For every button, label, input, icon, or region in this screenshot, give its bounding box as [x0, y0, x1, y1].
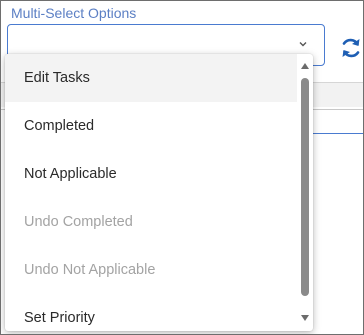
- option-set-priority[interactable]: Set Priority: [5, 294, 297, 331]
- scroll-down-arrow-icon[interactable]: [301, 315, 309, 321]
- field-label: Multi-Select Options: [11, 5, 137, 21]
- refresh-icon[interactable]: [339, 35, 363, 61]
- multi-select-panel: Multi-Select Options Edit Tasks Complete…: [0, 0, 364, 335]
- option-completed[interactable]: Completed: [5, 102, 297, 150]
- scrollbar-thumb[interactable]: [301, 78, 309, 296]
- scroll-up-arrow-icon[interactable]: [301, 63, 309, 69]
- option-undo-not-applicable: Undo Not Applicable: [24, 262, 156, 278]
- chevron-down-icon[interactable]: [298, 39, 308, 49]
- option-edit-tasks[interactable]: Edit Tasks: [5, 54, 297, 102]
- option-undo-completed: Undo Completed: [24, 214, 133, 230]
- background-accent-line: [311, 133, 363, 134]
- options-dropdown-menu: Edit Tasks Completed Not Applicable Undo…: [5, 54, 313, 331]
- dropdown-scrollbar[interactable]: [297, 54, 313, 331]
- option-not-applicable[interactable]: Not Applicable: [5, 150, 297, 198]
